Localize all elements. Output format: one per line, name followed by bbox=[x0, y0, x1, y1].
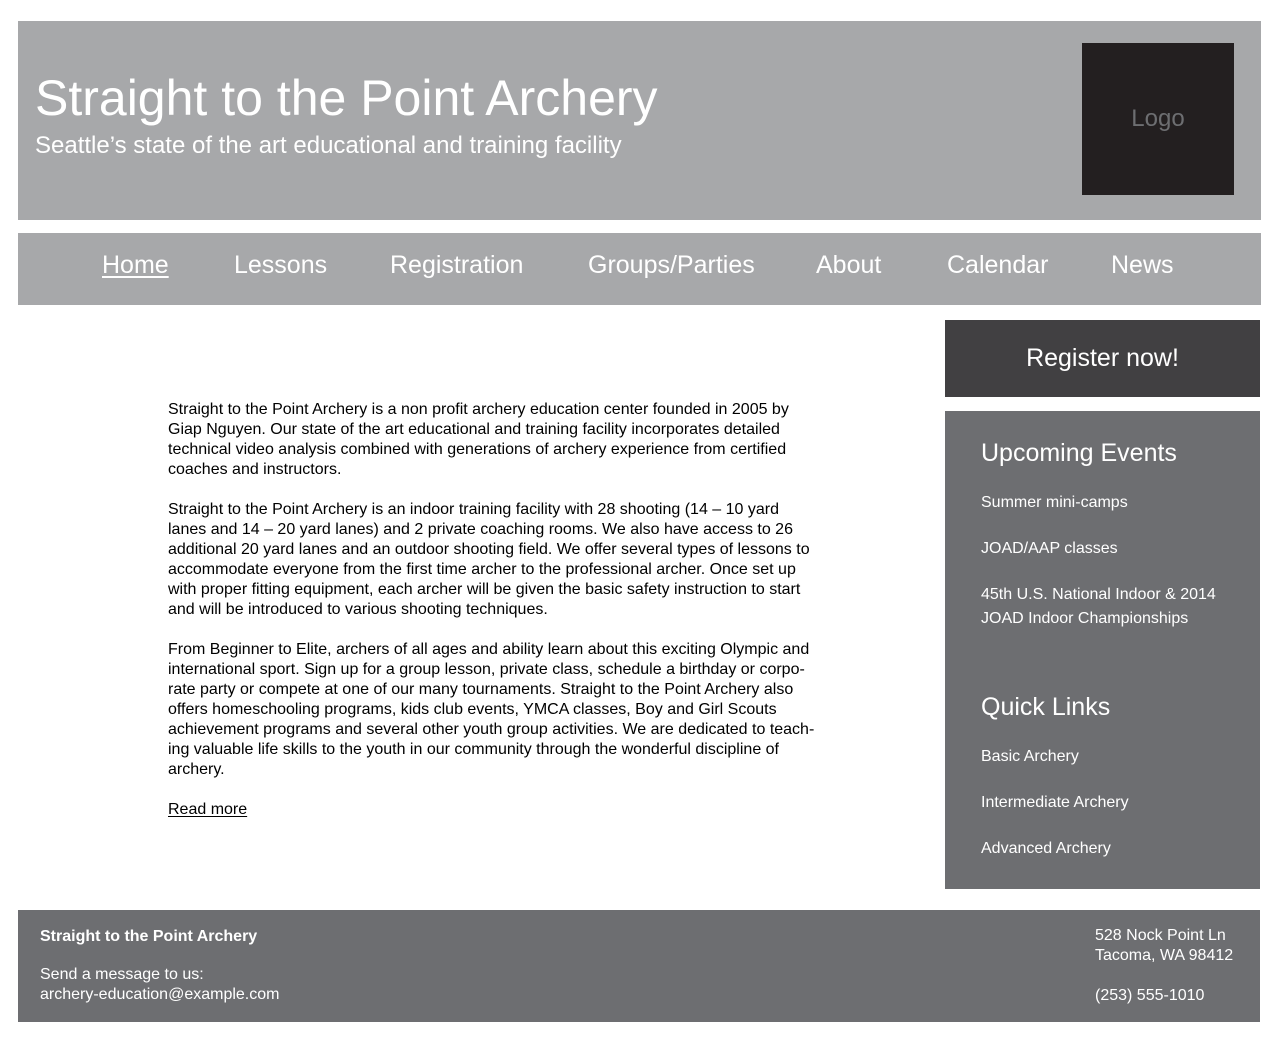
site-footer: Straight to the Point Archery Send a mes… bbox=[18, 910, 1260, 1022]
nav-item-news[interactable]: News bbox=[1111, 251, 1174, 280]
event-national-indoor-line2[interactable]: JOAD Indoor Championships bbox=[981, 607, 1188, 631]
logo[interactable]: Logo bbox=[1082, 43, 1234, 195]
site-subtitle: Seattle’s state of the art educational a… bbox=[35, 132, 622, 159]
quick-links-heading: Quick Links bbox=[981, 693, 1111, 721]
footer-email-link[interactable]: archery-education@example.com bbox=[40, 986, 279, 1004]
main-nav: Home Lessons Registration Groups/Parties… bbox=[18, 233, 1261, 305]
event-national-indoor-line1[interactable]: 45th U.S. National Indoor & 2014 bbox=[981, 583, 1216, 607]
logo-placeholder-text: Logo bbox=[1131, 105, 1185, 132]
site-title: Straight to the Point Archery bbox=[35, 70, 658, 126]
footer-phone[interactable]: (253) 555-1010 bbox=[1095, 987, 1204, 1005]
nav-item-calendar[interactable]: Calendar bbox=[947, 251, 1048, 280]
nav-item-lessons[interactable]: Lessons bbox=[234, 251, 327, 280]
footer-send-message-label: Send a message to us: bbox=[40, 966, 204, 983]
main-content: Straight to the Point Archery is a non p… bbox=[168, 400, 818, 820]
nav-item-about[interactable]: About bbox=[816, 251, 881, 280]
sidebar: Upcoming Events Summer mini-camps JOAD/A… bbox=[945, 411, 1260, 889]
facility-paragraph: Straight to the Point Archery is an indo… bbox=[168, 501, 810, 618]
intro-paragraph: Straight to the Point Archery is a non p… bbox=[168, 401, 789, 478]
footer-organization-name: Straight to the Point Archery bbox=[40, 928, 258, 945]
quick-link-advanced-archery[interactable]: Advanced Archery bbox=[981, 837, 1111, 861]
nav-item-registration[interactable]: Registration bbox=[390, 251, 523, 280]
footer-address-line2: Tacoma, WA 98412 bbox=[1095, 947, 1234, 964]
read-more-link[interactable]: Read more bbox=[168, 801, 247, 818]
footer-address-line1: 528 Nock Point Ln bbox=[1095, 927, 1226, 944]
nav-item-home[interactable]: Home bbox=[102, 251, 169, 280]
nav-item-groups-parties[interactable]: Groups/Parties bbox=[588, 251, 755, 280]
site-header: Straight to the Point Archery Seattle’s … bbox=[18, 21, 1261, 220]
quick-link-basic-archery[interactable]: Basic Archery bbox=[981, 745, 1079, 769]
programs-paragraph: From Beginner to Elite, archers of all a… bbox=[168, 641, 815, 778]
event-summer-mini-camps[interactable]: Summer mini-camps bbox=[981, 491, 1128, 515]
register-now-button[interactable]: Register now! bbox=[945, 320, 1260, 397]
event-joad-aap-classes[interactable]: JOAD/AAP classes bbox=[981, 537, 1118, 561]
upcoming-events-heading: Upcoming Events bbox=[981, 439, 1177, 467]
quick-link-intermediate-archery[interactable]: Intermediate Archery bbox=[981, 791, 1129, 815]
